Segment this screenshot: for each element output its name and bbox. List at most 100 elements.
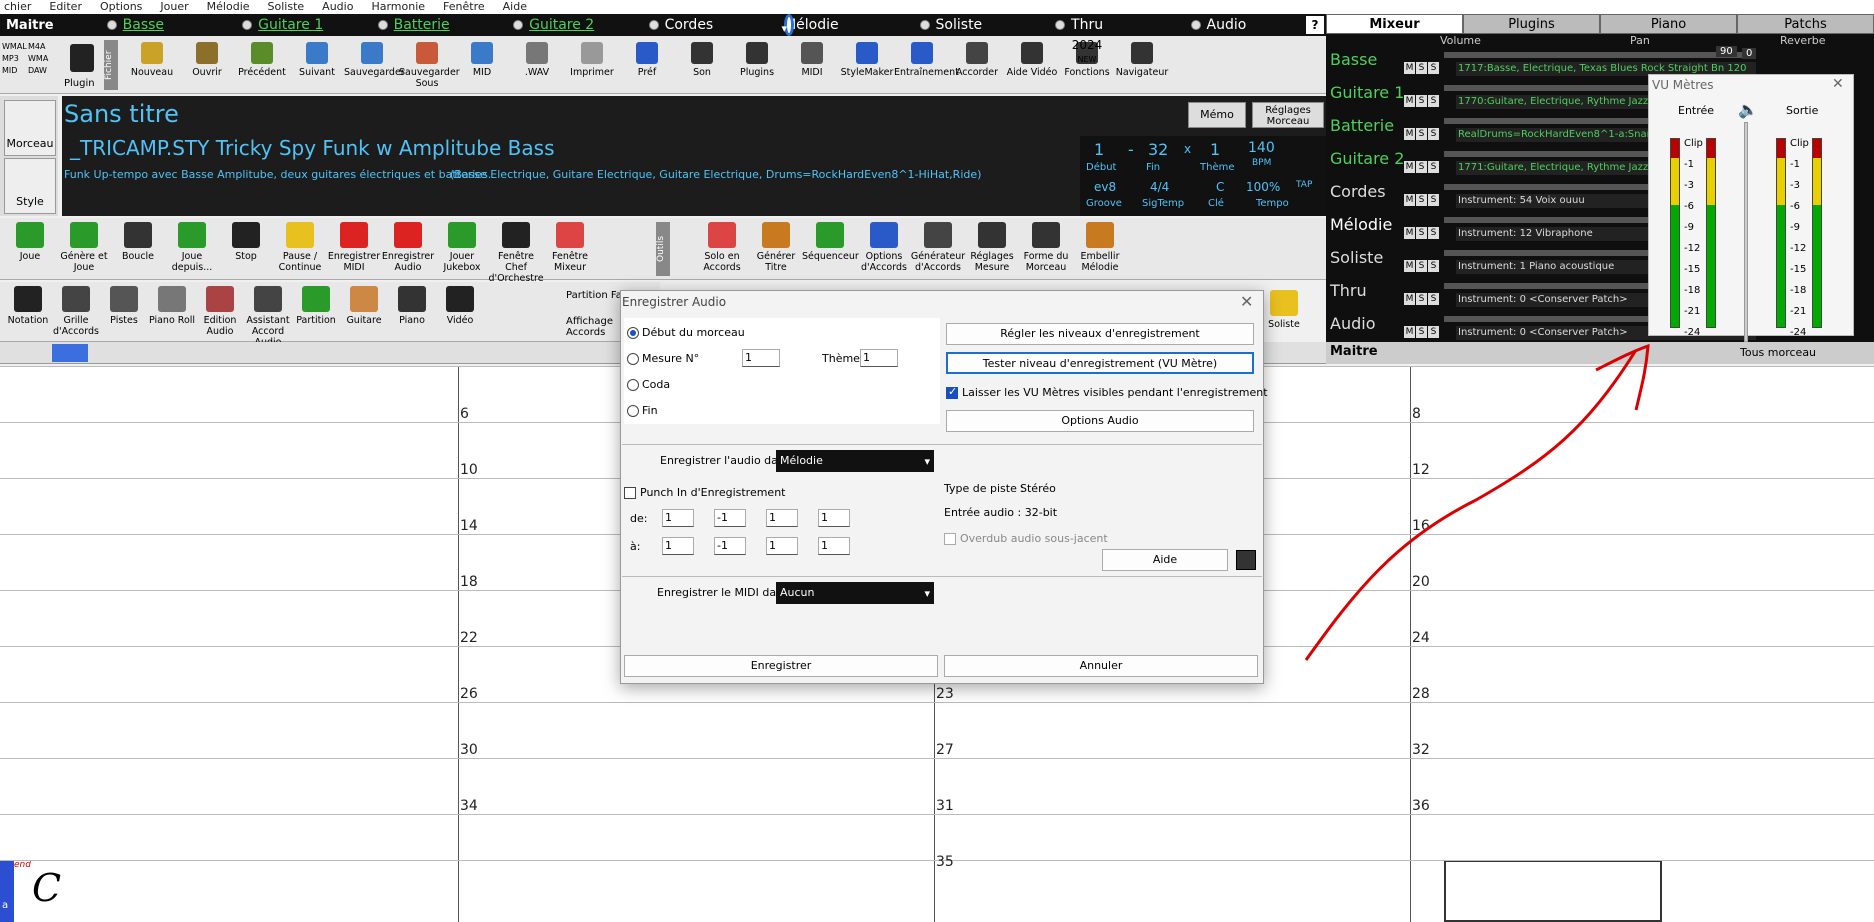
solo-button[interactable]: S [1416,161,1427,173]
radio-icon[interactable] [782,14,795,40]
mixer-track-name[interactable]: Cordes [1330,182,1386,201]
mute-button[interactable]: M [1404,293,1415,305]
punch-to-field[interactable]: -1 [714,537,746,555]
radio-mesure[interactable] [627,353,639,365]
record-midi-in-select[interactable]: Aucun [776,582,934,605]
toolbar-pref[interactable]: Préf [619,42,675,78]
menu-soliste[interactable]: Soliste [264,0,309,14]
format-wma[interactable]: WMA [28,54,48,63]
mute-button[interactable]: M [1404,128,1415,140]
solo-button[interactable]: S [1416,293,1427,305]
toolbar-son[interactable]: Son [674,42,730,78]
menu-audio[interactable]: Audio [318,0,357,14]
solo-button[interactable]: S [1428,62,1439,74]
style-button[interactable]: Style [4,158,56,214]
memo-button[interactable]: Mémo [1188,102,1246,128]
chord-symbol[interactable]: C [32,866,61,910]
song-title[interactable]: Sans titre [64,100,179,128]
toolbar-enregistrer-midi[interactable]: Enregistrer MIDI [326,222,382,273]
track-batterie[interactable]: Batterie [377,17,513,33]
radio-icon[interactable] [648,20,659,30]
mute-button[interactable]: M [1404,260,1415,272]
menu-aide[interactable]: Aide [499,0,531,14]
punch-to-field[interactable]: 1 [818,537,850,555]
mixer-tab-piano[interactable]: Piano [1600,14,1737,34]
punch-from-field[interactable]: 1 [766,509,798,527]
sig-value[interactable]: 4/4 [1150,180,1169,194]
theme-input[interactable]: 1 [860,349,898,367]
radio-icon[interactable] [1190,20,1201,30]
toolbar-embellir-melodie[interactable]: Embellir Mélodie [1072,222,1128,273]
solo-button[interactable]: S [1416,227,1427,239]
solo-button[interactable]: S [1416,128,1427,140]
toolbar-boucle[interactable]: Boucle [110,222,166,262]
menu-chier[interactable]: chier [0,0,35,14]
toolbar-entrainement[interactable]: Entraînement [894,42,959,78]
mixer-track-name[interactable]: Soliste [1330,248,1383,267]
toolbar-sequenceur[interactable]: Séquenceur [802,222,859,262]
vu-gain-slider[interactable] [1744,122,1748,342]
set-record-levels-button[interactable]: Régler les niveaux d'enregistrement [946,323,1254,345]
solo-button[interactable]: S [1416,62,1427,74]
theme-count[interactable]: 1 [1210,140,1220,159]
toolbar-nouveau[interactable]: Nouveau [124,42,180,78]
film-icon[interactable] [1236,550,1256,570]
audio-options-button[interactable]: Options Audio [946,410,1254,432]
toolbar-jouer-jukebox[interactable]: Jouer Jukebox [434,222,490,273]
solo-button[interactable]: S [1428,293,1439,305]
tempo-percent[interactable]: 100% [1246,180,1280,194]
punch-from-field[interactable]: -1 [714,509,746,527]
menu-melodie[interactable]: Mélodie [203,0,254,14]
toolbar-midi[interactable]: MIDI [784,42,840,78]
punch-to-field[interactable]: 1 [662,537,694,555]
toolbar-plugins[interactable]: Plugins [729,42,785,78]
format-mid[interactable]: MID [2,66,17,75]
solo-button[interactable]: S [1416,194,1427,206]
help-icon[interactable]: ? [1306,16,1324,34]
reglages-morceau-button[interactable]: Réglages Morceau [1252,102,1324,128]
track-cordes[interactable]: Cordes [648,17,784,33]
track-basse[interactable]: Basse [106,17,242,33]
radio-icon[interactable] [106,20,117,30]
plugin-icon[interactable] [70,44,94,72]
solo-button[interactable]: S [1428,260,1439,272]
mute-button[interactable]: M [1404,227,1415,239]
track-soliste[interactable]: Soliste [919,17,1055,33]
radio-debut[interactable] [627,327,639,339]
menu-options[interactable]: Options [96,0,146,14]
toolbar-partition-fal[interactable]: Partition Fal [566,290,625,301]
toolbar-sauvegarder[interactable]: Sauvegarder [344,42,405,78]
close-icon[interactable]: ✕ [1832,76,1844,92]
toolbar-stylemaker[interactable]: StyleMaker [839,42,895,78]
punch-from-field[interactable]: 1 [662,509,694,527]
format-mp3[interactable]: MP3 [2,54,19,63]
plugin-button[interactable]: Plugin [64,78,95,89]
toolbar-soliste[interactable]: Soliste [1256,290,1312,330]
menu-fenetre[interactable]: Fenêtre [439,0,489,14]
solo-button[interactable]: S [1428,161,1439,173]
track-guitare-2[interactable]: Guitare 2 [513,17,648,33]
record-audio-in-select[interactable]: Mélodie [776,450,934,473]
mixer-track-name[interactable]: Guitare 2 [1330,149,1404,168]
radio-icon[interactable] [919,20,930,30]
radio-icon[interactable] [513,20,524,30]
mixer-track-name[interactable]: Thru [1330,281,1367,300]
morceau-button[interactable]: Morceau [4,100,56,156]
mixer-tab-plugins[interactable]: Plugins [1463,14,1600,34]
toolbar-enregistrer-audio[interactable]: Enregistrer Audio [380,222,436,273]
mute-button[interactable]: M [1404,62,1415,74]
speaker-icon[interactable]: 🔈 [1738,100,1758,119]
solo-button[interactable]: S [1428,227,1439,239]
toolbar-aide-video[interactable]: Aide Vidéo [1004,42,1060,78]
toolbar-generateur-d-accords[interactable]: Générateur d'Accords [910,222,966,273]
radio-fin[interactable] [627,405,639,417]
toolbar-pause-continue[interactable]: Pause / Continue [272,222,328,273]
start-bar[interactable]: 1 [1094,140,1104,159]
punch-in-checkbox[interactable] [624,487,636,499]
radio-icon[interactable] [1055,20,1066,30]
toolbar-fenetre-mixeur[interactable]: Fenêtre Mixeur [542,222,598,273]
toolbar-ouvrir[interactable]: Ouvrir [179,42,235,78]
mixer-track-name[interactable]: Mélodie [1330,215,1392,234]
menu-editer[interactable]: Editer [45,0,86,14]
mixer-tab-patchs[interactable]: Patchs [1737,14,1874,34]
